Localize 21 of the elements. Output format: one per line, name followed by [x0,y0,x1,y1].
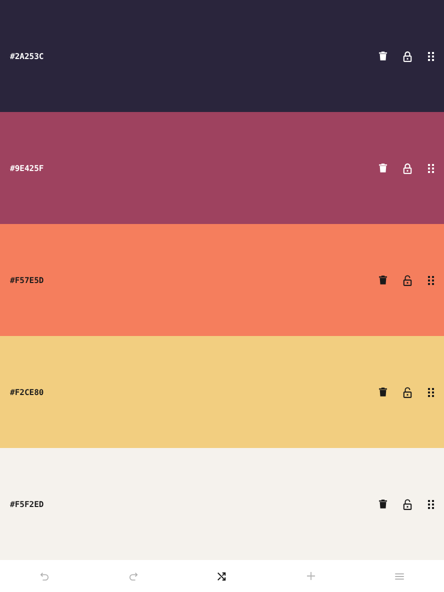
hex-code[interactable]: #F57E5D [10,276,44,284]
hex-code[interactable]: #2A253C [10,52,44,60]
drag-handle-icon[interactable] [428,52,434,60]
lock-icon[interactable] [403,162,412,174]
hex-code[interactable]: #F2CE80 [10,388,44,396]
unlocked-icon[interactable] [403,386,412,398]
drag-handle-icon[interactable] [428,276,434,284]
trash-icon[interactable] [379,51,387,61]
trash-icon[interactable] [379,163,387,173]
drag-handle-icon[interactable] [428,388,434,396]
unlocked-icon[interactable] [403,274,412,286]
trash-icon[interactable] [379,499,387,509]
trash-icon[interactable] [379,387,387,397]
drag-handle-icon[interactable] [428,164,434,172]
trash-icon[interactable] [379,275,387,285]
unlocked-icon[interactable] [403,498,412,510]
drag-handle-icon[interactable] [428,500,434,508]
hex-code[interactable]: #F5F2ED [10,500,44,508]
shuffle-icon[interactable] [217,572,226,580]
hex-code[interactable]: #9E425F [10,164,44,172]
lock-icon[interactable] [403,50,412,62]
